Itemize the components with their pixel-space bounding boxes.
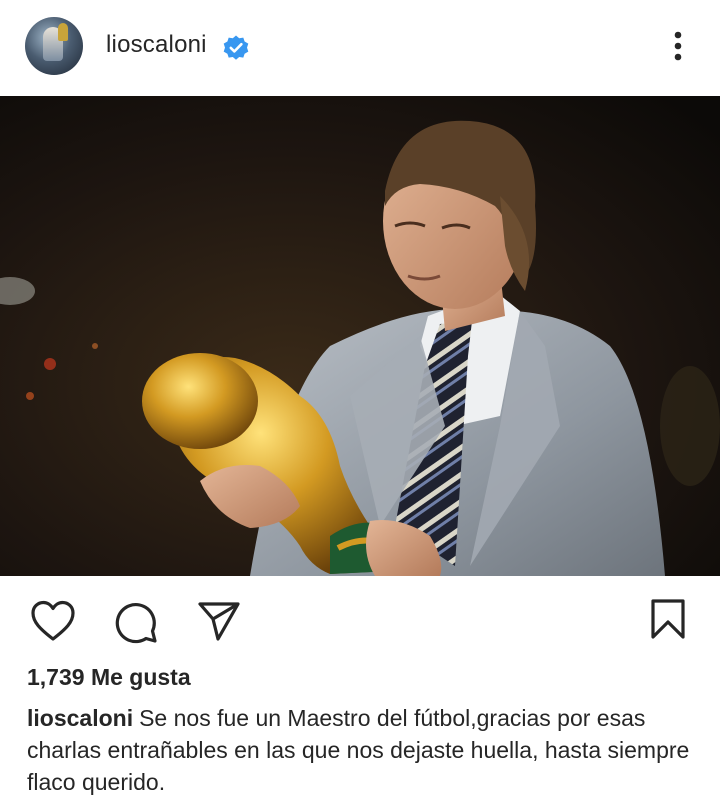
bookmark-icon[interactable] <box>650 598 686 640</box>
post-actions <box>0 576 720 664</box>
avatar[interactable] <box>25 17 83 75</box>
post-username[interactable]: lioscaloni <box>106 31 207 59</box>
verified-badge-icon <box>223 35 249 60</box>
post-caption: lioscaloni Se nos fue un Maestro del fútb… <box>27 702 697 798</box>
caption-username[interactable]: lioscaloni <box>27 705 133 731</box>
post-photo-illustration <box>0 96 720 576</box>
more-vertical-icon[interactable] <box>662 26 694 66</box>
send-icon[interactable] <box>196 600 242 642</box>
heart-icon[interactable] <box>30 600 76 642</box>
post-header: lioscaloni <box>0 0 720 96</box>
post-image[interactable] <box>0 96 720 576</box>
avatar-trophy <box>58 23 68 41</box>
likes-count[interactable]: 1,739 Me gusta <box>27 664 191 691</box>
comment-icon[interactable] <box>113 600 159 644</box>
